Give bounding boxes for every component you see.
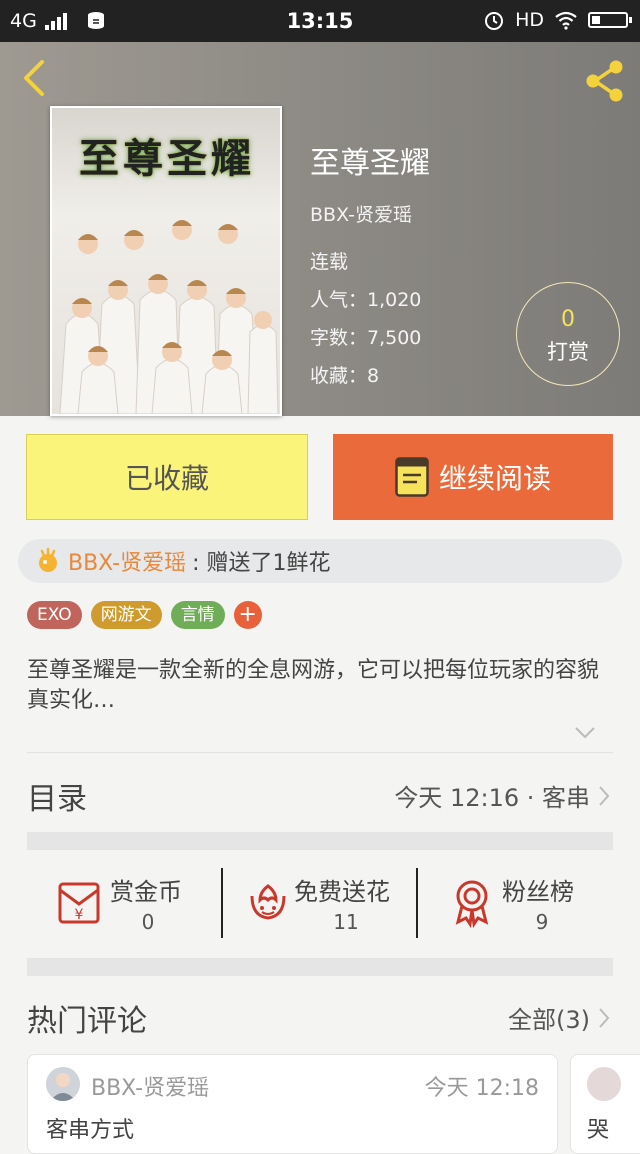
toc-latest-chapter[interactable]: 今天 12:16 · 客串 <box>394 778 610 813</box>
avatar[interactable] <box>46 1067 80 1101</box>
back-icon[interactable] <box>16 58 56 98</box>
battery-icon <box>588 12 632 28</box>
stat-flowers[interactable]: 免费送花 11 <box>242 866 412 942</box>
comment-time: 今天 12:18 <box>424 1076 539 1101</box>
tag-romance[interactable]: 言情 <box>170 601 225 629</box>
share-icon[interactable] <box>582 58 628 104</box>
book-favorites: 收藏：8 <box>310 365 380 387</box>
add-tag-button[interactable]: + <box>233 601 262 629</box>
hot-comments-title: 热门评论 <box>27 1004 147 1039</box>
comment-text: 哭 <box>587 1118 610 1143</box>
flower-icon <box>250 884 286 920</box>
comment-card[interactable]: BBX-贤爱瑶 今天 12:18 客串方式 <box>27 1054 558 1154</box>
stat-coins[interactable]: ¥ 赏金币 0 <box>54 866 204 942</box>
book-title: 至尊圣耀 <box>310 146 430 181</box>
section-separator <box>27 958 613 976</box>
comment-user[interactable]: BBX-贤爱瑶 <box>91 1070 209 1102</box>
hd-indicator: HD <box>515 9 544 31</box>
stat-coins-value: 0 <box>141 910 155 934</box>
stat-flowers-value: 11 <box>333 910 359 934</box>
reward-label: 打赏 <box>547 340 589 364</box>
stat-flowers-label: 免费送花 <box>294 878 390 906</box>
flower-gift-icon <box>39 547 57 572</box>
stat-coins-label: 赏金币 <box>110 878 182 906</box>
cover-illustration <box>59 220 279 414</box>
svg-text:¥: ¥ <box>75 907 84 923</box>
red-envelope-icon: ¥ <box>58 882 100 924</box>
toc-title[interactable]: 目录 <box>27 774 87 818</box>
tag-exo[interactable]: EXO <box>27 601 82 629</box>
chevron-down-icon[interactable] <box>574 726 596 740</box>
status-bar: 4G 13:15 HD <box>0 0 640 42</box>
continue-reading-button[interactable]: 继续阅读 <box>333 434 613 520</box>
chevron-right-icon <box>599 1007 610 1028</box>
status-right: HD <box>483 9 632 31</box>
book-status: 连载 <box>310 251 349 273</box>
comment-card[interactable]: 哭 <box>570 1054 640 1154</box>
gift-message: : 赠送了1鲜花 <box>192 551 331 576</box>
section-separator <box>27 832 613 850</box>
chevron-right-icon <box>599 785 610 806</box>
medal-icon <box>455 880 489 928</box>
tag-list: EXO 网游文 言情 + <box>27 601 262 629</box>
book-icon <box>395 457 429 497</box>
book-author[interactable]: BBX-贤爱瑶 <box>310 200 412 227</box>
comment-text: 客串方式 <box>46 1118 135 1143</box>
reward-button[interactable]: 0 打赏 <box>516 282 620 386</box>
wifi-icon <box>555 11 577 30</box>
all-comments-label: 全部(3) <box>508 1006 590 1034</box>
reward-count: 0 <box>561 307 575 332</box>
stat-fans-value: 9 <box>535 910 549 934</box>
stat-fans[interactable]: 粉丝榜 9 <box>450 866 600 942</box>
alarm-icon <box>485 12 504 30</box>
stat-divider <box>416 868 418 938</box>
all-comments-link[interactable]: 全部(3) <box>508 1000 610 1035</box>
collect-button[interactable]: 已收藏 <box>26 434 308 520</box>
cover-title: 至尊圣耀 <box>79 136 255 182</box>
gift-user[interactable]: BBX-贤爱瑶 <box>68 545 186 577</box>
continue-reading-label: 继续阅读 <box>438 462 551 495</box>
book-word-count: 字数：7,500 <box>310 327 422 349</box>
toc-latest-label: 今天 12:16 · 客串 <box>394 784 590 812</box>
stat-divider <box>221 868 223 938</box>
tag-online-game[interactable]: 网游文 <box>90 601 162 629</box>
gift-notice[interactable]: BBX-贤爱瑶 : 赠送了1鲜花 <box>18 539 622 583</box>
avatar[interactable] <box>587 1067 621 1101</box>
book-popularity: 人气：1,020 <box>310 289 422 311</box>
book-cover[interactable]: 至尊圣耀 <box>50 106 282 416</box>
book-header: 至尊圣耀 至尊圣耀 BBX-贤爱瑶 连载 人气：1,020 字数：7,500 收… <box>0 42 640 416</box>
collect-label: 已收藏 <box>124 462 209 495</box>
divider <box>27 752 613 753</box>
stat-fans-label: 粉丝榜 <box>502 878 574 906</box>
book-intro: 至尊圣耀是一款全新的全息网游，它可以把每位玩家的容貌真实化… <box>27 658 600 713</box>
